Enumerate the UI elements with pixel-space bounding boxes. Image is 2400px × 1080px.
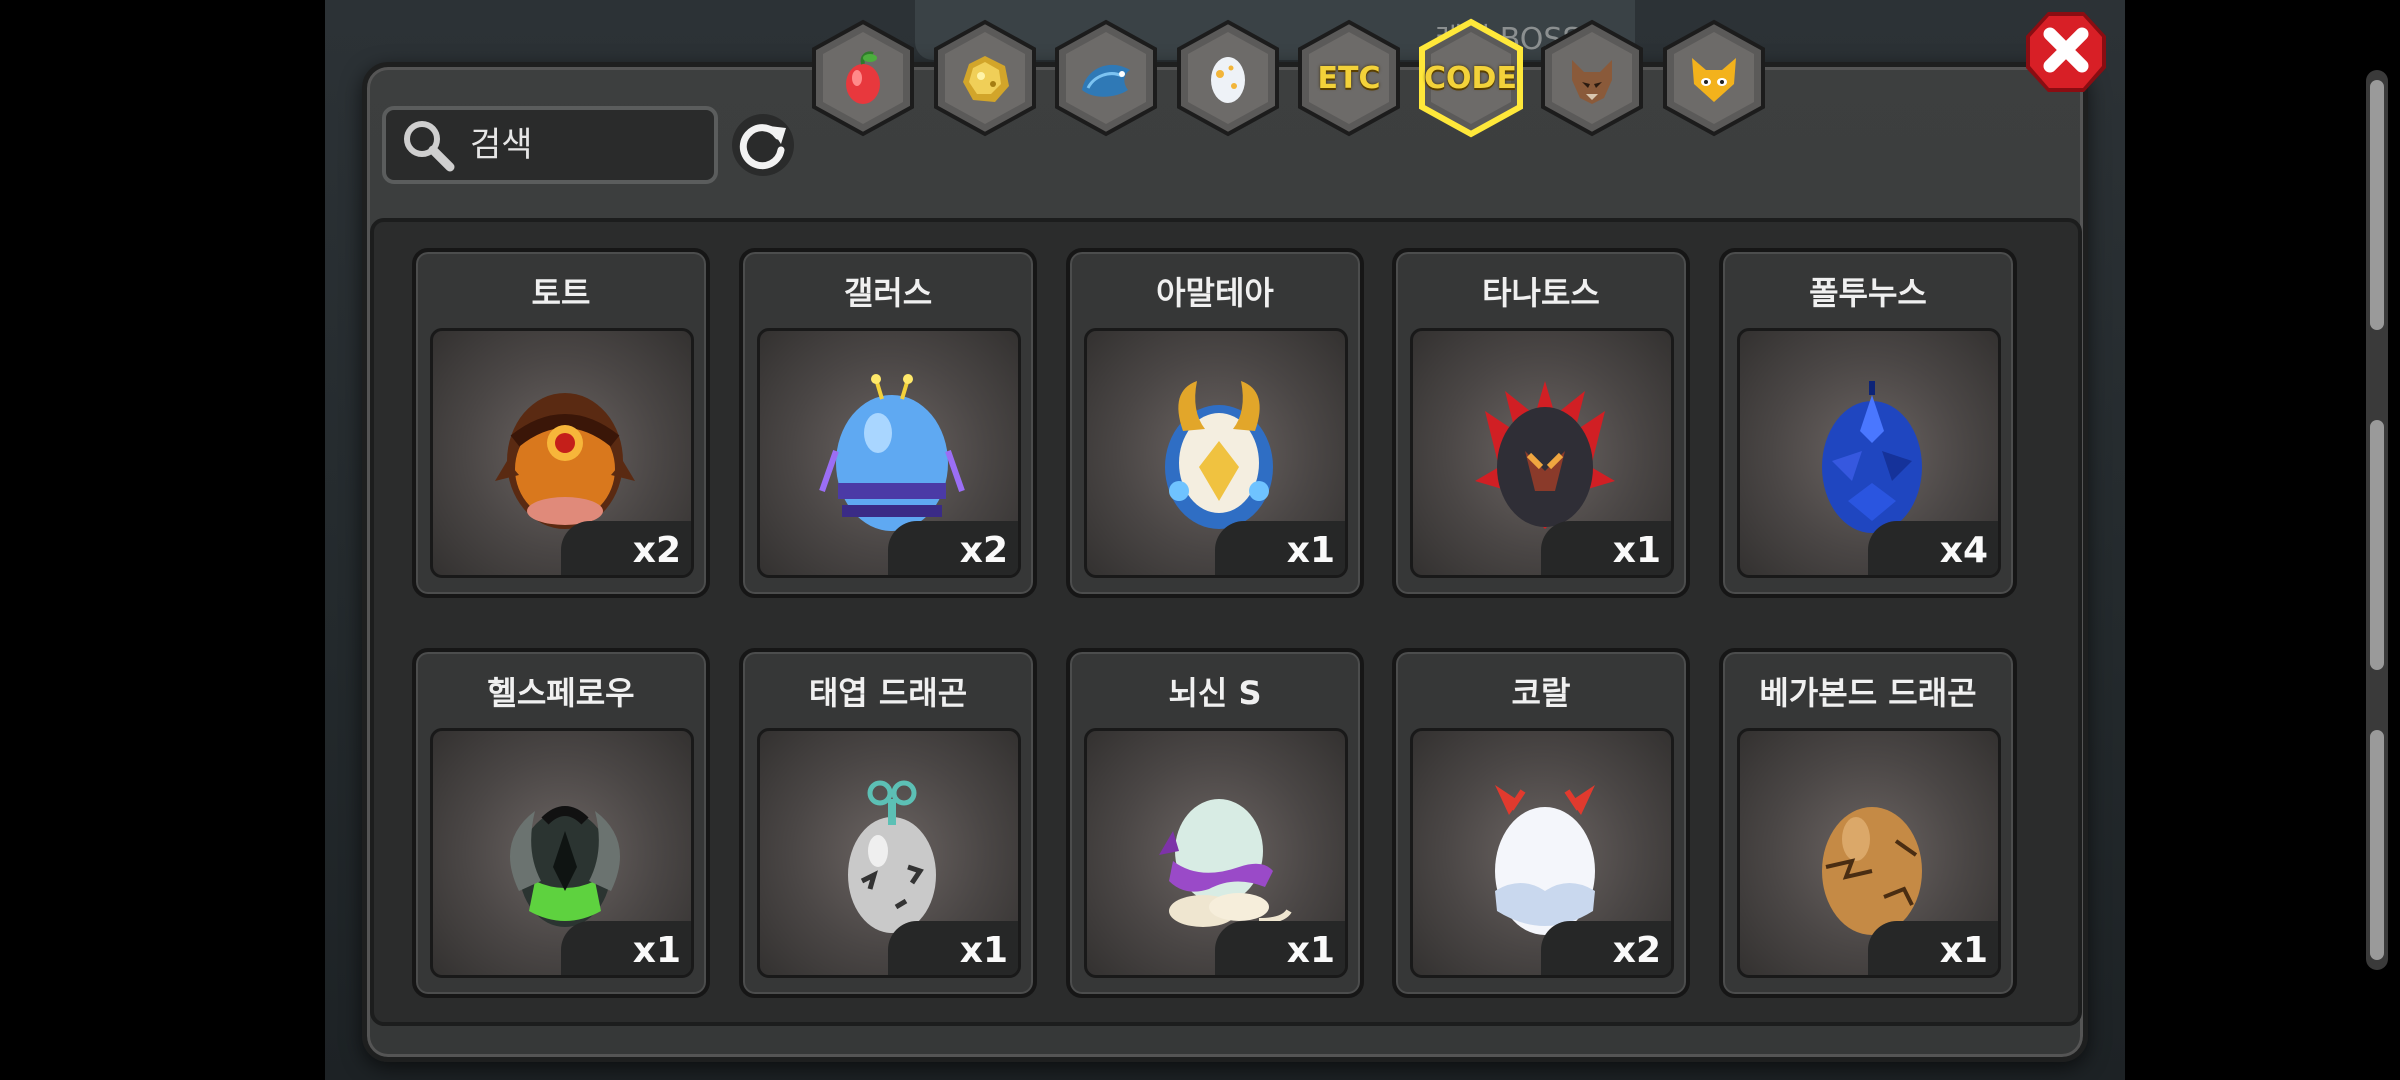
orange-dark-armored-egg-icon: [495, 393, 635, 529]
item-name: 태엽 드래곤: [808, 674, 968, 712]
egg-icon: [1210, 57, 1245, 103]
cat-face-icon: [1691, 58, 1736, 102]
item-image-frame: x1: [430, 728, 694, 978]
blue-purple-striped-egg-icon: [819, 374, 965, 531]
quantity-badge: x1: [888, 921, 1018, 975]
blue-dragon-icon: [1082, 64, 1130, 97]
item-name: 아말테아: [1156, 274, 1274, 312]
quantity-badge: x2: [888, 521, 1018, 575]
tab-dragon[interactable]: [1051, 18, 1161, 138]
tab-code[interactable]: CODE: [1416, 18, 1526, 138]
close-icon: [2026, 12, 2106, 92]
item-card[interactable]: 타나토스 x1: [1392, 248, 1690, 598]
item-card[interactable]: 갤러스 x2: [739, 248, 1037, 598]
item-image-frame: x2: [430, 328, 694, 578]
item-card[interactable]: 뇌신 S x1: [1066, 648, 1364, 998]
item-image-frame: x4: [1737, 328, 2001, 578]
gold-horned-blue-egg-icon: [1165, 381, 1273, 529]
page-scrollbar[interactable]: [2366, 70, 2388, 970]
red-fruit-icon: [846, 51, 880, 104]
item-image-frame: x2: [1410, 728, 1674, 978]
tab-wolf[interactable]: [1537, 18, 1647, 138]
item-name: 코랄: [1511, 674, 1571, 712]
search-input[interactable]: [468, 124, 702, 166]
item-name: 베가본드 드래곤: [1759, 674, 1977, 712]
green-black-clawed-egg-icon: [510, 806, 620, 927]
search-field[interactable]: [382, 106, 718, 184]
item-image-frame: x1: [1084, 728, 1348, 978]
quantity-badge: x1: [1541, 521, 1671, 575]
tab-cat[interactable]: [1659, 18, 1769, 138]
brown-cracked-egg-icon: [1822, 807, 1922, 935]
item-name: 갤러스: [843, 274, 933, 312]
item-image-frame: x1: [757, 728, 1021, 978]
item-card[interactable]: 헬스페로우 x1: [412, 648, 710, 998]
tab-label: ETC: [1317, 60, 1381, 96]
tab-label: CODE: [1424, 60, 1517, 96]
quantity-badge: x1: [1868, 921, 1998, 975]
item-name: 뇌신 S: [1168, 674, 1262, 712]
refresh-icon: [739, 124, 786, 170]
white-red-horned-egg-icon: [1495, 785, 1595, 935]
quantity-badge: x1: [1215, 921, 1345, 975]
item-card[interactable]: 아말테아 x1: [1066, 248, 1364, 598]
item-name: 토트: [531, 274, 591, 312]
item-name: 헬스페로우: [487, 674, 635, 712]
blue-scaled-egg-icon: [1822, 381, 1922, 533]
tab-fruit[interactable]: [808, 18, 918, 138]
quantity-badge: x1: [561, 921, 691, 975]
search-icon: [404, 121, 455, 172]
windup-cracked-egg-icon: [848, 780, 936, 933]
refresh-button[interactable]: [732, 114, 794, 176]
scroll-thumb[interactable]: [2370, 420, 2384, 670]
item-image-frame: x1: [1410, 328, 1674, 578]
scroll-thumb[interactable]: [2370, 80, 2384, 330]
scroll-thumb[interactable]: [2370, 730, 2384, 960]
quantity-badge: x1: [1215, 521, 1345, 575]
dark-red-spiked-egg-icon: [1475, 381, 1615, 529]
item-image-frame: x1: [1084, 328, 1348, 578]
wolf-head-icon: [1572, 60, 1612, 104]
item-image-frame: x1: [1737, 728, 2001, 978]
gold-ore-icon: [962, 56, 1009, 102]
item-image-frame: x2: [757, 328, 1021, 578]
cloud-scarf-egg-icon: [1159, 799, 1292, 927]
item-card[interactable]: 태엽 드래곤 x1: [739, 648, 1037, 998]
quantity-badge: x2: [1541, 921, 1671, 975]
item-card[interactable]: 코랄 x2: [1392, 648, 1690, 998]
item-card[interactable]: 토트 x2: [412, 248, 710, 598]
item-card[interactable]: 베가본드 드래곤 x1: [1719, 648, 2017, 998]
quantity-badge: x4: [1868, 521, 1998, 575]
tab-etc[interactable]: ETC: [1294, 18, 1404, 138]
tab-egg[interactable]: [1173, 18, 1283, 138]
item-name: 타나토스: [1482, 274, 1600, 312]
item-name: 폴투누스: [1809, 274, 1927, 312]
item-card[interactable]: 폴투누스 x4: [1719, 248, 2017, 598]
close-button[interactable]: [2022, 6, 2110, 98]
tab-gold[interactable]: [930, 18, 1040, 138]
quantity-badge: x2: [561, 521, 691, 575]
